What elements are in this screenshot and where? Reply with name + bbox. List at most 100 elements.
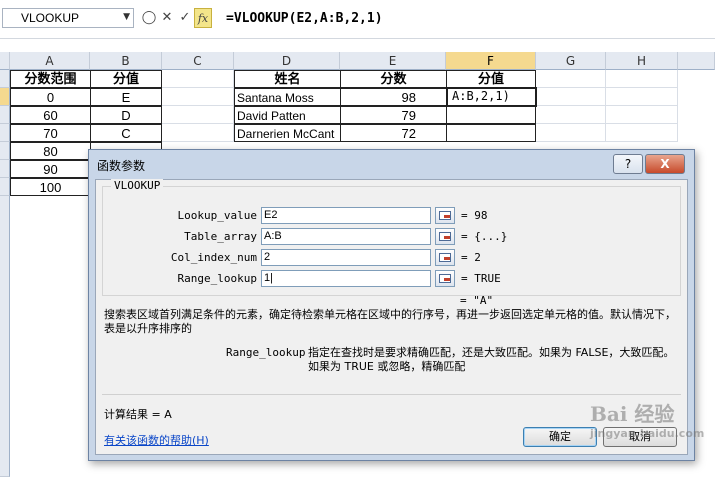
table-cell[interactable]: Darnerien McCant xyxy=(234,124,341,142)
table-header[interactable]: 分值 xyxy=(446,70,536,88)
arg-label-range-lookup: Range_lookup xyxy=(177,272,257,285)
table-cell[interactable]: E xyxy=(90,88,162,106)
equals-sign: = xyxy=(461,230,468,243)
column-header-e[interactable]: E xyxy=(340,52,446,70)
grid-cell[interactable] xyxy=(536,70,606,88)
active-cell[interactable]: A:B,2,1) xyxy=(446,87,537,107)
table-cell[interactable]: 80 xyxy=(10,142,91,160)
ok-button[interactable]: 确定 xyxy=(523,427,597,447)
column-header-g[interactable]: G xyxy=(536,52,606,70)
table-cell[interactable]: David Patten xyxy=(234,106,341,124)
name-box-value: VLOOKUP xyxy=(21,11,80,25)
function-help-link[interactable]: 有关该函数的帮助(H) xyxy=(104,432,209,448)
formula-buttons: ◯ ✕ ✓ fx xyxy=(140,8,212,28)
row-header[interactable] xyxy=(0,160,10,178)
column-header-c[interactable]: C xyxy=(162,52,234,70)
arg-label-table-array: Table_array xyxy=(184,230,257,243)
name-box[interactable]: VLOOKUP ▼ xyxy=(2,8,134,28)
row-header[interactable] xyxy=(0,178,10,196)
row-header[interactable] xyxy=(0,124,10,142)
arg-result-table-array: = {...} xyxy=(461,230,507,243)
grid-cell[interactable] xyxy=(162,106,234,124)
table-header[interactable]: 分数范围 xyxy=(10,70,91,88)
arg-result: TRUE xyxy=(474,272,501,285)
arg-label-lookup-value: Lookup_value xyxy=(177,209,257,222)
table-cell[interactable]: 100 xyxy=(10,178,91,196)
equals-sign: = xyxy=(461,272,468,285)
formula-input[interactable]: =VLOOKUP(E2,A:B,2,1) xyxy=(226,11,383,26)
equals-sign: = xyxy=(460,294,467,307)
table-cell[interactable]: 79 xyxy=(340,106,447,124)
row-header-selected[interactable] xyxy=(0,88,10,106)
function-name: VLOOKUP xyxy=(111,179,164,192)
table-cell[interactable]: 60 xyxy=(10,106,91,124)
table-header[interactable]: 姓名 xyxy=(234,70,341,88)
circle-icon: ◯ xyxy=(141,10,157,25)
column-header-a[interactable]: A xyxy=(10,52,90,70)
watermark-logo: Bai 经验 xyxy=(590,402,675,426)
collapse-dialog-icon[interactable] xyxy=(435,249,455,266)
table-cell[interactable]: 70 xyxy=(10,124,91,142)
row-header[interactable] xyxy=(0,106,10,124)
close-button[interactable]: X xyxy=(645,154,685,174)
help-button[interactable]: ? xyxy=(613,154,643,174)
column-header-h[interactable]: H xyxy=(606,52,678,70)
table-header[interactable]: 分数 xyxy=(340,70,447,88)
equals-sign: = xyxy=(461,251,468,264)
chevron-down-icon[interactable]: ▼ xyxy=(123,12,130,22)
column-header-d[interactable]: D xyxy=(234,52,340,70)
arg-label-col-index-num: Col_index_num xyxy=(170,251,257,264)
grid-cell[interactable] xyxy=(606,124,678,142)
table-cell[interactable]: Santana Moss xyxy=(234,88,341,106)
function-description: 搜索表区域首列满足条件的元素，确定待检索单元格在区域中的行序号，再进一步返回选定… xyxy=(104,308,676,335)
table-cell[interactable]: 98 xyxy=(340,88,447,106)
table-cell[interactable] xyxy=(446,106,536,124)
arg-result: {...} xyxy=(474,230,508,243)
collapse-dialog-icon[interactable] xyxy=(435,270,455,287)
arg-result-range-lookup: = TRUE xyxy=(461,272,501,285)
formula-bar: VLOOKUP ▼ ◯ ✕ ✓ fx =VLOOKUP(E2,A:B,2,1) xyxy=(0,0,715,39)
column-header-f[interactable]: F xyxy=(446,52,536,70)
grid-cell[interactable] xyxy=(536,88,606,106)
table-cell[interactable]: 0 xyxy=(10,88,91,106)
table-array-input[interactable]: A:B xyxy=(261,228,431,245)
table-cell[interactable]: D xyxy=(90,106,162,124)
grid-cell[interactable] xyxy=(536,106,606,124)
check-icon[interactable]: ✓ xyxy=(176,8,194,28)
collapse-dialog-icon[interactable] xyxy=(435,207,455,224)
argument-description-name: Range_lookup xyxy=(226,346,306,359)
column-header-next[interactable] xyxy=(678,52,715,70)
grid-cell[interactable] xyxy=(606,70,678,88)
collapse-dialog-icon[interactable] xyxy=(435,228,455,245)
divider xyxy=(102,394,681,395)
watermark-url: jingyan.baidu.com xyxy=(590,427,705,440)
watermark: Bai 经验 jingyan.baidu.com xyxy=(590,398,710,440)
calculation-result: 计算结果 = A xyxy=(104,406,172,422)
calculation-result-value: A xyxy=(164,408,172,421)
grid-cell[interactable] xyxy=(606,106,678,124)
insert-function-button[interactable]: fx xyxy=(194,8,212,28)
dialog-title: 函数参数 xyxy=(97,159,146,173)
lookup-value-input[interactable]: E2 xyxy=(261,207,431,224)
row-header[interactable] xyxy=(0,70,10,88)
calculation-result-label: 计算结果 = xyxy=(104,408,161,421)
grid-cell[interactable] xyxy=(536,124,606,142)
equals-sign: = xyxy=(461,209,468,222)
col-index-num-input[interactable]: 2 xyxy=(261,249,431,266)
table-header[interactable]: 分值 xyxy=(90,70,162,88)
row-header-area[interactable] xyxy=(0,196,10,477)
row-header[interactable] xyxy=(0,142,10,160)
select-all-corner[interactable] xyxy=(0,52,10,70)
column-header-b[interactable]: B xyxy=(90,52,162,70)
table-cell[interactable] xyxy=(446,124,536,142)
grid-cell[interactable] xyxy=(162,70,234,88)
range-lookup-input[interactable]: 1| xyxy=(261,270,431,287)
grid-cell[interactable] xyxy=(162,88,234,106)
table-cell[interactable]: 72 xyxy=(340,124,447,142)
table-cell[interactable]: C xyxy=(90,124,162,142)
table-cell[interactable]: 90 xyxy=(10,160,91,178)
preview-value: "A" xyxy=(473,294,494,307)
grid-cell[interactable] xyxy=(162,124,234,142)
cancel-icon[interactable]: ✕ xyxy=(158,8,176,28)
grid-cell[interactable] xyxy=(606,88,678,106)
